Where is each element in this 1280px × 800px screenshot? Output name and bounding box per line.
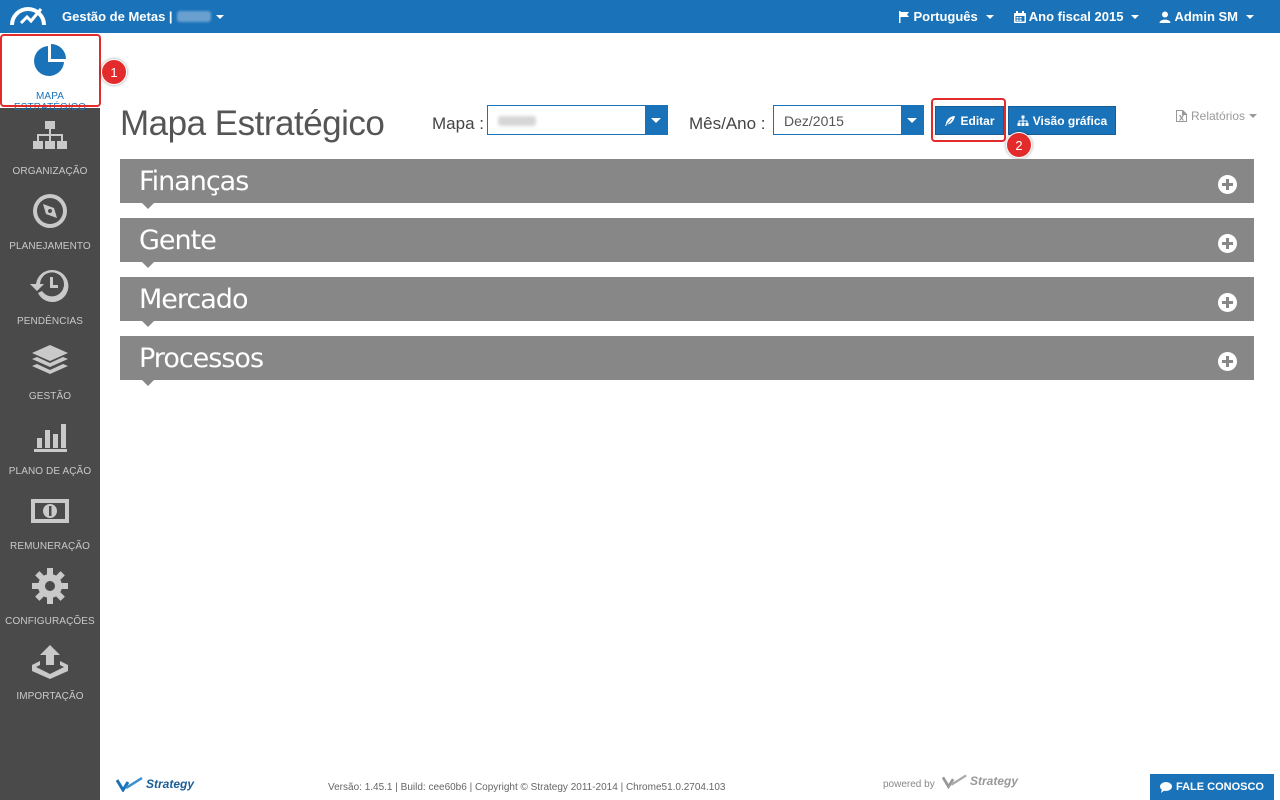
sidebar-item-label: PENDÊNCIAS — [16, 316, 83, 327]
panel-financas[interactable]: Finanças — [120, 159, 1254, 209]
sidebar-item-label: IMPORTAÇÃO — [16, 691, 84, 702]
panel-gente[interactable]: Gente — [120, 218, 1254, 268]
calendar-icon — [1013, 10, 1026, 23]
relatorios-menu[interactable]: Relatórios — [1176, 109, 1258, 123]
highlight-box-mapa — [0, 34, 101, 107]
panel-notch — [142, 380, 154, 386]
speedometer-logo-icon[interactable] — [8, 3, 48, 29]
sidebar-item-label: PLANO DE AÇÃO — [8, 466, 92, 477]
sidebar-item-planejamento[interactable]: PLANEJAMENTO — [0, 183, 100, 258]
strategy-logo-icon — [942, 774, 967, 789]
sidebar: MAPA ESTRATÉGICO ORGANIZAÇÃO PLANEJAMENT… — [0, 33, 100, 800]
layers-icon — [30, 341, 70, 381]
plus-circle-icon[interactable] — [1218, 293, 1237, 312]
step-badge-1: 1 — [101, 59, 127, 85]
panel-processos[interactable]: Processos — [120, 336, 1254, 386]
page-title: Mapa Estratégico — [120, 104, 385, 143]
app-title: Gestão de Metas | — [62, 9, 173, 24]
strategy-logo-icon — [116, 776, 143, 792]
chevron-down-icon — [1131, 14, 1140, 19]
sidebar-item-label: CONFIGURAÇÕES — [5, 616, 95, 627]
chevron-down-icon[interactable] — [901, 106, 923, 134]
sidebar-item-plano-de-acao[interactable]: PLANO DE AÇÃO — [0, 408, 100, 483]
sidebar-item-configuracoes[interactable]: CONFIGURAÇÕES — [0, 558, 100, 633]
panel-title: Processos — [139, 343, 264, 374]
strategy-brand: Strategy — [146, 777, 195, 791]
powered-strategy-logo: Strategy — [942, 773, 1018, 789]
fale-conosco-button[interactable]: FALE CONOSCO — [1150, 774, 1274, 800]
sidebar-item-organizacao[interactable]: ORGANIZAÇÃO — [0, 108, 100, 183]
top-bar: Gestão de Metas | Português Ano fiscal 2… — [0, 0, 1280, 33]
excel-file-icon — [1176, 110, 1187, 122]
sidebar-item-importacao[interactable]: IMPORTAÇÃO — [0, 633, 100, 708]
chevron-down-icon — [215, 15, 224, 19]
sitemap-icon — [1017, 115, 1029, 126]
language-menu[interactable]: Português — [898, 9, 994, 24]
sidebar-item-pendencias[interactable]: PENDÊNCIAS — [0, 258, 100, 333]
history-icon — [30, 266, 70, 306]
compass-icon — [30, 191, 70, 231]
plus-circle-icon[interactable] — [1218, 234, 1237, 253]
strategy-logo: Strategy — [116, 776, 194, 792]
sidebar-item-label: PLANEJAMENTO — [9, 241, 91, 252]
panel-title: Mercado — [139, 284, 248, 315]
chevron-down-icon — [1249, 114, 1258, 118]
panel-title: Gente — [139, 225, 217, 256]
mapa-label: Mapa : — [432, 114, 484, 133]
sidebar-item-label: REMUNERAÇÃO — [10, 541, 90, 552]
panel-title: Finanças — [139, 166, 249, 197]
chevron-down-icon — [1246, 14, 1254, 19]
powered-strategy-brand: Strategy — [970, 774, 1019, 788]
fiscal-year-label: Ano fiscal 2015 — [1028, 9, 1124, 24]
bar-chart-icon — [30, 416, 70, 456]
sidebar-item-label: GESTÃO — [28, 391, 72, 402]
panel-notch — [142, 262, 154, 268]
powered-by: powered by — [883, 779, 935, 790]
step-badge-2: 2 — [1006, 132, 1032, 158]
panel-notch — [142, 203, 154, 209]
visao-grafica-button[interactable]: Visão gráfica — [1008, 106, 1116, 135]
user-menu[interactable]: Admin SM — [1159, 9, 1254, 24]
language-label: Português — [913, 9, 978, 24]
version-info: Versão: 1.45.1 | Build: cee60b6 | Copyri… — [328, 782, 726, 793]
user-icon — [1159, 11, 1171, 23]
relatorios-label: Relatórios — [1191, 109, 1246, 123]
blurred-company-name — [176, 11, 211, 22]
flag-icon — [899, 10, 910, 23]
sidebar-item-remuneracao[interactable]: REMUNERAÇÃO — [0, 483, 100, 558]
app-title-dropdown[interactable]: Gestão de Metas | — [62, 9, 224, 24]
powered-by-label: powered by — [883, 779, 935, 790]
mes-ano-label: Mês/Ano : — [689, 114, 766, 133]
chevron-down-icon[interactable] — [645, 106, 667, 134]
mes-ano-select[interactable]: Dez/2015 — [773, 105, 924, 135]
fale-conosco-label: FALE CONOSCO — [1175, 781, 1264, 793]
chevron-down-icon — [985, 14, 994, 19]
sidebar-item-label: ORGANIZAÇÃO — [12, 166, 88, 177]
blurred-map-name — [498, 116, 536, 126]
chat-bubble-icon — [1159, 781, 1172, 793]
user-name: Admin SM — [1174, 9, 1238, 24]
panel-mercado[interactable]: Mercado — [120, 277, 1254, 327]
plus-circle-icon[interactable] — [1218, 175, 1237, 194]
mapa-select[interactable] — [487, 105, 668, 135]
money-icon — [30, 491, 70, 531]
org-chart-icon — [30, 116, 70, 156]
fiscal-year-menu[interactable]: Ano fiscal 2015 — [1013, 9, 1140, 24]
plus-circle-icon[interactable] — [1218, 352, 1237, 371]
visao-grafica-label: Visão gráfica — [1032, 113, 1108, 128]
panel-notch — [142, 321, 154, 327]
import-icon — [30, 641, 70, 681]
mes-ano-value: Dez/2015 — [784, 113, 844, 129]
gear-icon — [30, 566, 70, 606]
highlight-box-editar — [931, 98, 1006, 142]
sidebar-item-gestao[interactable]: GESTÃO — [0, 333, 100, 408]
